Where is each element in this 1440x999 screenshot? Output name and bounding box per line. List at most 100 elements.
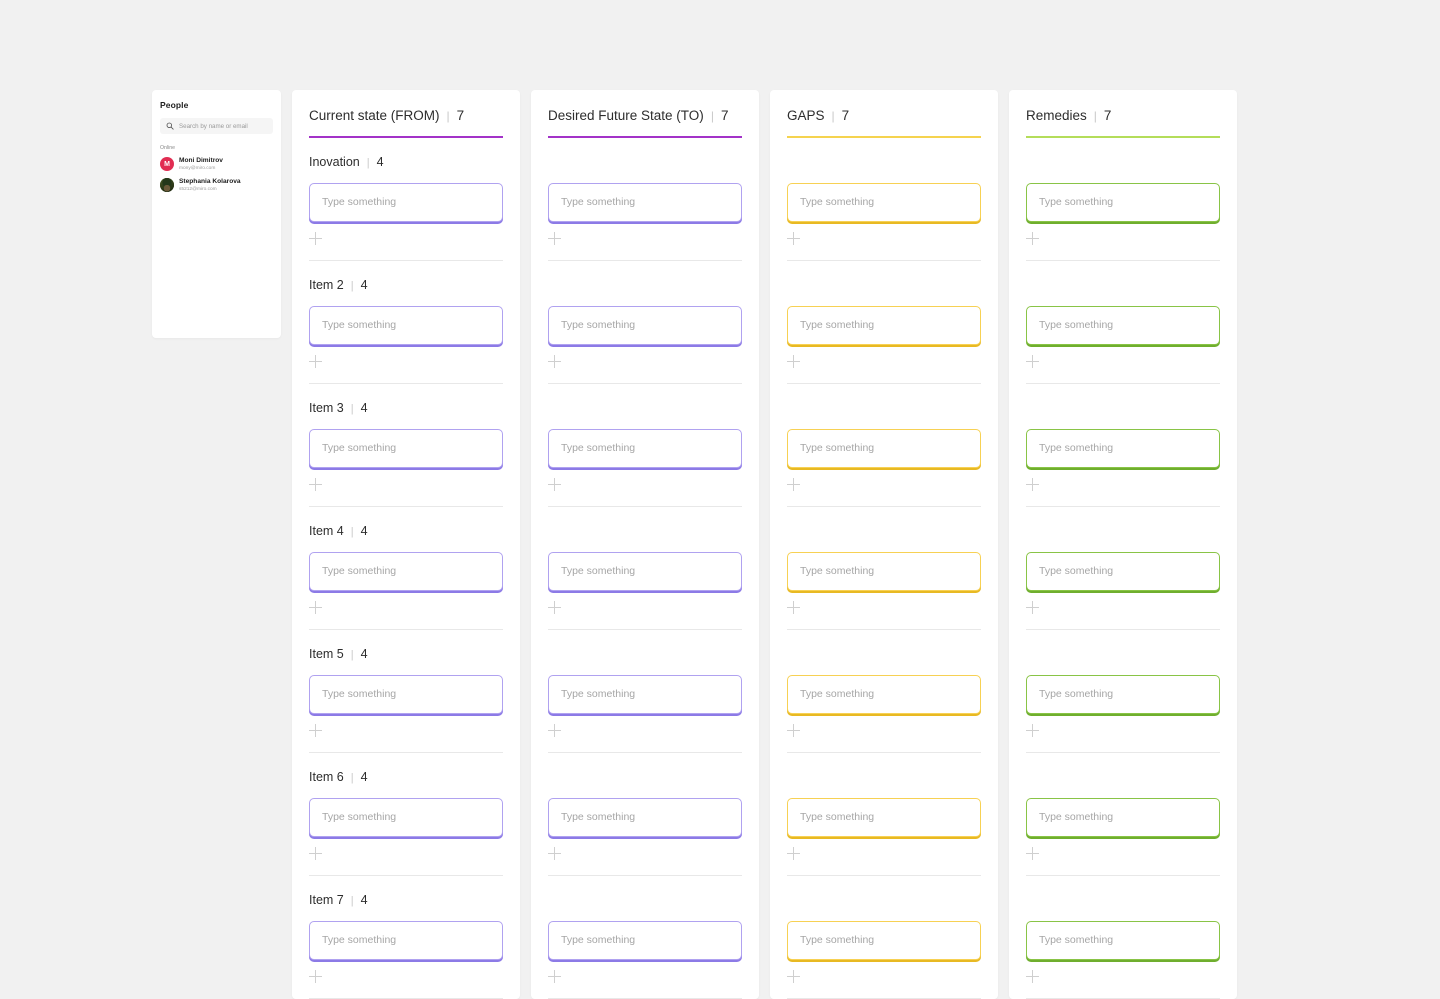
row-label[interactable]: Item 6 | 4 (309, 770, 503, 786)
note-input[interactable]: Type something (1026, 428, 1220, 468)
add-note-icon[interactable] (548, 600, 562, 615)
row-label-divider: | (350, 279, 354, 292)
note-input[interactable]: Type something (787, 428, 981, 468)
board-row: Item 5 | 4 Type something (309, 630, 503, 753)
note-input[interactable]: Type something (548, 428, 742, 468)
avatar: M (160, 157, 174, 172)
add-note-icon[interactable] (548, 846, 562, 861)
column-header[interactable]: Desired Future State (TO) | 7 (548, 108, 742, 123)
note-input[interactable]: Type something (787, 797, 981, 837)
column-header[interactable]: GAPS | 7 (787, 108, 981, 123)
add-note-icon[interactable] (1026, 477, 1040, 492)
note-input[interactable]: Type something (309, 797, 503, 837)
note-input[interactable]: Type something (309, 182, 503, 222)
add-note-icon[interactable] (548, 477, 562, 492)
note-input[interactable]: Type something (309, 305, 503, 345)
add-note-icon[interactable] (309, 477, 323, 492)
note-input[interactable]: Type something (1026, 305, 1220, 345)
note-input[interactable]: Type something (1026, 920, 1220, 960)
note-input[interactable]: Type something (309, 920, 503, 960)
column-header[interactable]: Current state (FROM) | 7 (309, 108, 503, 123)
add-note-icon[interactable] (1026, 723, 1040, 738)
column-title: Remedies (1026, 108, 1087, 123)
board-row: Item 3 | 4 Type something (309, 384, 503, 507)
note-input[interactable]: Type something (1026, 674, 1220, 714)
add-note-icon[interactable] (309, 846, 323, 861)
note-input-placeholder: Type something (561, 319, 636, 332)
note-input[interactable]: Type something (548, 182, 742, 222)
add-note-icon[interactable] (309, 231, 323, 246)
board-row: Item 7|4Type something (548, 876, 742, 999)
row-label-text: Item 3 (309, 400, 344, 415)
search-input[interactable]: Search by name or email (160, 118, 273, 134)
board-row: Item 2|4Type something (548, 261, 742, 384)
add-note-icon[interactable] (1026, 354, 1040, 369)
note-input[interactable]: Type something (787, 920, 981, 960)
add-note-icon[interactable] (787, 600, 801, 615)
row-label[interactable]: Inovation | 4 (309, 155, 503, 171)
person-email: s5212@miro.com (179, 186, 217, 192)
row-label[interactable]: Item 4 | 4 (309, 524, 503, 540)
column-count-badge: 7 (720, 108, 729, 123)
add-note-icon[interactable] (309, 969, 323, 984)
column-title-divider: | (831, 109, 835, 123)
add-note-icon[interactable] (548, 723, 562, 738)
note-input[interactable]: Type something (1026, 551, 1220, 591)
board-row: Inovation|4Type something (548, 138, 742, 261)
note-input[interactable]: Type something (787, 674, 981, 714)
column-title: GAPS (787, 108, 825, 123)
row-label-divider: | (350, 771, 354, 784)
row-count-badge: 4 (360, 400, 368, 415)
note-input[interactable]: Type something (1026, 182, 1220, 222)
note-input-placeholder: Type something (322, 442, 397, 455)
column-count-badge: 7 (1103, 108, 1112, 123)
add-note-icon[interactable] (309, 354, 323, 369)
add-note-icon[interactable] (1026, 969, 1040, 984)
add-note-icon[interactable] (1026, 231, 1040, 246)
note-input[interactable]: Type something (548, 674, 742, 714)
note-input[interactable]: Type something (787, 551, 981, 591)
add-note-icon[interactable] (787, 723, 801, 738)
note-input-placeholder: Type something (1039, 934, 1114, 947)
note-input[interactable]: Type something (548, 305, 742, 345)
note-input[interactable]: Type something (309, 428, 503, 468)
person-name: Moni Dimitrov (179, 157, 223, 164)
add-note-icon[interactable] (1026, 846, 1040, 861)
list-item[interactable]: M Moni Dimitrov mony@miro.com (160, 157, 273, 172)
note-input[interactable]: Type something (548, 551, 742, 591)
add-note-icon[interactable] (309, 600, 323, 615)
row-label[interactable]: Item 3 | 4 (309, 401, 503, 417)
board-row: Item 6|4Type something (787, 753, 981, 876)
row-label-text: Item 6 (309, 769, 344, 784)
note-input[interactable]: Type something (787, 182, 981, 222)
row-label[interactable]: Item 7 | 4 (309, 893, 503, 909)
note-input[interactable]: Type something (309, 551, 503, 591)
add-note-icon[interactable] (787, 354, 801, 369)
add-note-icon[interactable] (787, 477, 801, 492)
column-title-divider: | (1093, 109, 1097, 123)
add-note-icon[interactable] (1026, 600, 1040, 615)
board-row: Item 6|4Type something (309, 753, 503, 876)
row-count-badge: 4 (360, 523, 368, 538)
column-header[interactable]: Remedies | 7 (1026, 108, 1220, 123)
row-label[interactable]: Item 5 | 4 (309, 647, 503, 663)
add-note-icon[interactable] (787, 969, 801, 984)
add-note-icon[interactable] (548, 354, 562, 369)
board-row: Item 7|4Type something (787, 876, 981, 999)
add-note-icon[interactable] (787, 846, 801, 861)
list-item[interactable]: Stephania Kolarova s5212@miro.com (160, 178, 273, 193)
add-note-icon[interactable] (309, 723, 323, 738)
note-input[interactable]: Type something (787, 305, 981, 345)
board-row: Item 2|4Type something (787, 261, 981, 384)
add-note-icon[interactable] (787, 231, 801, 246)
add-note-icon[interactable] (548, 231, 562, 246)
add-note-icon[interactable] (548, 969, 562, 984)
note-input[interactable]: Type something (548, 797, 742, 837)
note-input[interactable]: Type something (309, 674, 503, 714)
note-input[interactable]: Type something (1026, 797, 1220, 837)
note-input[interactable]: Type something (548, 920, 742, 960)
row-label[interactable]: Item 2 | 4 (309, 278, 503, 294)
note-input-placeholder: Type something (561, 811, 636, 824)
row-label-text: Item 4 (309, 523, 344, 538)
board-row: Item 2|4 Type something (309, 261, 503, 384)
